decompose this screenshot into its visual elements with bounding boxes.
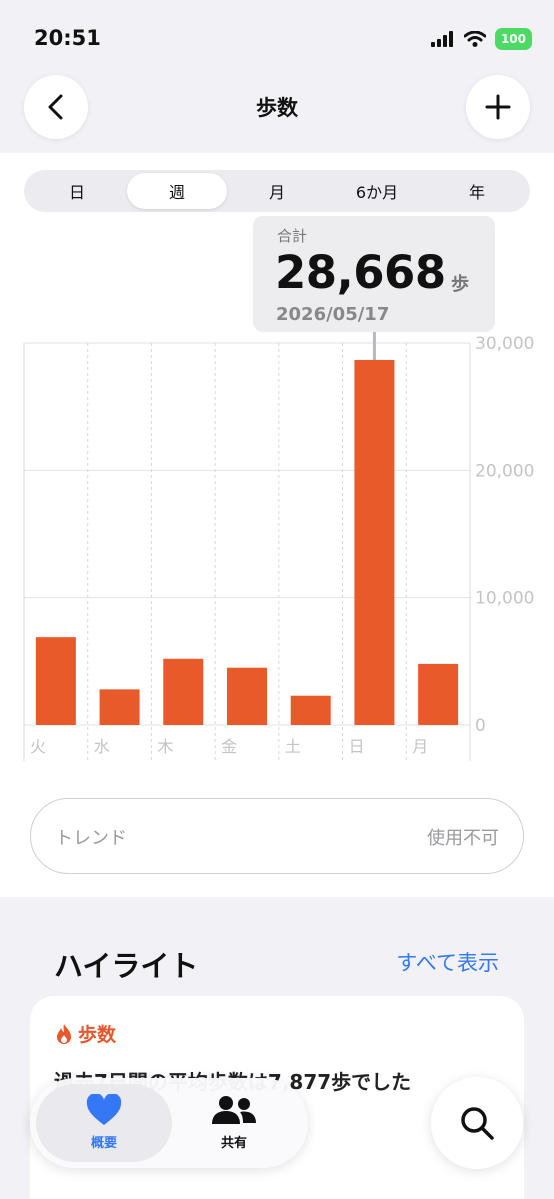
- highlights-title: ハイライト: [54, 949, 199, 983]
- trend-label: トレンド: [55, 828, 127, 849]
- signal-icon: [430, 31, 453, 47]
- show-all-link[interactable]: すべて表示: [396, 947, 499, 977]
- status-time: 20:51: [34, 26, 101, 50]
- bar: [99, 689, 140, 725]
- wifi-icon: [463, 31, 486, 47]
- tab-sharing[interactable]: 共有: [166, 1084, 302, 1162]
- x-tick-label: 日: [349, 737, 365, 756]
- tab-sharing-label: 共有: [220, 1136, 247, 1151]
- battery-indicator: 100: [494, 28, 532, 50]
- y-tick-label: 30,000: [475, 334, 534, 354]
- y-tick-label: 20,000: [475, 461, 534, 481]
- heart-icon: [86, 1094, 122, 1125]
- tooltip-value: 28,668: [275, 246, 446, 299]
- flame-icon: [57, 1023, 71, 1044]
- status-icons: 100: [430, 28, 532, 50]
- tab-bar: 概要 共有: [30, 1078, 308, 1168]
- bar: [290, 695, 331, 725]
- x-tick-label: 火: [30, 737, 46, 756]
- x-tick-label: 水: [94, 737, 110, 756]
- trend-status: 使用不可: [427, 828, 499, 849]
- x-tick-label: 木: [157, 737, 173, 756]
- people-icon: [212, 1096, 256, 1124]
- y-tick-label: 0: [475, 716, 486, 736]
- tab-summary[interactable]: 概要: [36, 1084, 172, 1162]
- bar: [418, 663, 459, 725]
- bar: [35, 637, 76, 725]
- search-icon: [461, 1107, 494, 1140]
- x-tick-label: 月: [412, 737, 428, 756]
- y-tick-label: 10,000: [475, 589, 534, 609]
- search-button[interactable]: [431, 1077, 523, 1169]
- x-tick-label: 土: [285, 737, 301, 756]
- bar: [354, 359, 395, 725]
- highlight-card-header: 歩数: [54, 1020, 116, 1047]
- tooltip-label: 合計: [277, 227, 308, 245]
- bar: [163, 658, 204, 725]
- x-tick-label: 金: [221, 737, 237, 756]
- steps-panel: 日 週 月 6か月 年 30,000 20,000 10,000 0 火水木金土日月 合…: [0, 153, 554, 897]
- plus-icon: [485, 94, 511, 120]
- bar: [227, 667, 267, 725]
- tooltip-date: 2026/05/17: [276, 304, 390, 325]
- highlight-card-title: 歩数: [78, 1024, 117, 1046]
- tab-summary-label: 概要: [90, 1136, 117, 1151]
- tooltip-unit: 歩: [451, 274, 469, 295]
- status-bar: 20:51 100: [0, 0, 554, 80]
- selection-tooltip: 合計 28,668 歩 2026/05/17: [253, 216, 495, 332]
- trend-row[interactable]: トレンド 使用不可: [30, 798, 524, 874]
- add-data-button[interactable]: [466, 75, 530, 139]
